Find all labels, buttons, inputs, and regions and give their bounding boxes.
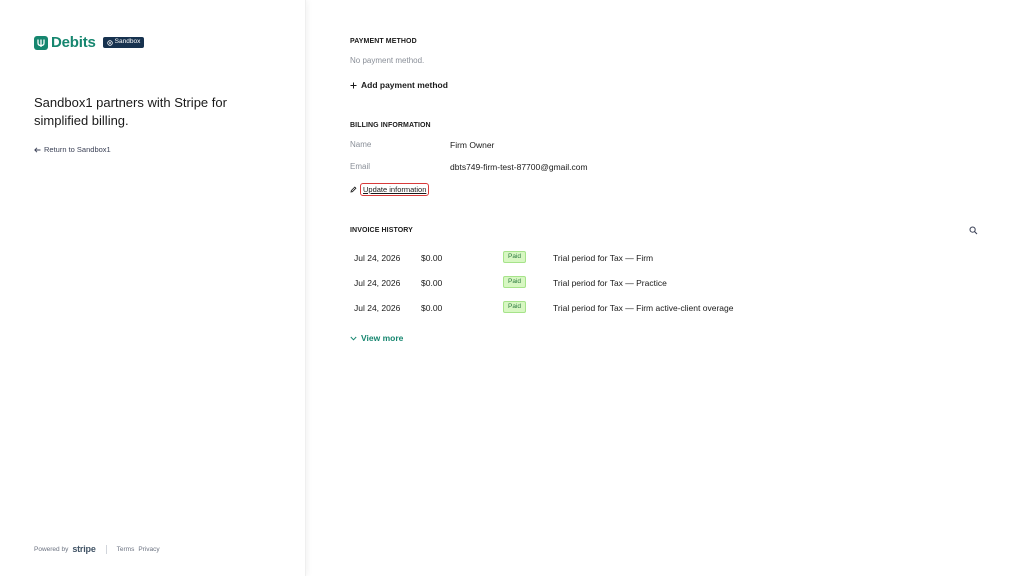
terms-link[interactable]: Terms	[117, 546, 135, 553]
add-payment-method-label: Add payment method	[361, 80, 448, 90]
paid-status-badge: Paid	[503, 251, 527, 263]
left-panel: Debits Sandbox Sandbox1 partners with St…	[0, 0, 306, 576]
debits-logo-icon	[34, 35, 48, 50]
brand: Debits Sandbox	[34, 34, 145, 51]
invoice-description: Trial period for Tax — Practice	[553, 278, 667, 288]
paid-status-badge: Paid	[503, 276, 527, 288]
view-more-label: View more	[361, 333, 404, 343]
invoice-description: Trial period for Tax — Firm active-clien…	[553, 303, 734, 313]
privacy-link[interactable]: Privacy	[138, 546, 159, 553]
return-link-label: Return to Sandbox1	[44, 145, 111, 154]
plus-icon	[350, 82, 357, 88]
pencil-icon	[350, 186, 357, 193]
main-content: PAYMENT METHOD No payment method. Add pa…	[350, 0, 990, 576]
powered-by-text: Powered by	[34, 545, 69, 553]
invoice-date: Jul 24, 2026	[354, 303, 401, 313]
invoice-description: Trial period for Tax — Firm	[553, 253, 654, 263]
sandbox-icon	[106, 39, 113, 46]
paid-status-badge: Paid	[503, 301, 527, 313]
arrow-left-icon	[34, 146, 41, 153]
tagline: Sandbox1 partners with Stripe for simpli…	[34, 95, 227, 128]
sandbox-badge: Sandbox	[102, 37, 145, 48]
invoice-date: Jul 24, 2026	[354, 278, 401, 288]
footer-divider	[105, 544, 107, 554]
invoice-row[interactable]: Jul 24, 2026 $0.00 Paid Trial period for…	[350, 250, 990, 266]
invoice-amount: $0.00	[421, 253, 443, 263]
no-payment-method-text: No payment method.	[350, 56, 425, 65]
update-information-label: Update information	[360, 183, 430, 196]
invoice-history-title: INVOICE HISTORY	[350, 227, 413, 234]
sandbox-badge-label: Sandbox	[114, 38, 141, 46]
invoice-row[interactable]: Jul 24, 2026 $0.00 Paid Trial period for…	[350, 275, 990, 291]
billing-information-title: BILLING INFORMATION	[350, 122, 431, 129]
footer: Powered by stripe Terms Privacy	[34, 544, 160, 554]
email-label: Email	[350, 162, 371, 171]
invoice-amount: $0.00	[421, 278, 443, 288]
update-information-button[interactable]: Update information	[350, 183, 430, 196]
add-payment-method-button[interactable]: Add payment method	[350, 80, 448, 90]
email-value: dbts749-firm-test-87700@gmail.com	[450, 162, 588, 172]
invoice-amount: $0.00	[421, 303, 443, 313]
return-link[interactable]: Return to Sandbox1	[34, 145, 111, 154]
chevron-down-icon	[350, 336, 357, 341]
payment-method-title: PAYMENT METHOD	[350, 38, 417, 45]
view-more-button[interactable]: View more	[350, 333, 403, 343]
invoice-date: Jul 24, 2026	[354, 253, 401, 263]
name-label: Name	[350, 140, 372, 149]
stripe-logo[interactable]: stripe	[72, 544, 96, 554]
search-icon[interactable]	[969, 226, 978, 235]
name-value: Firm Owner	[450, 140, 495, 150]
invoice-row[interactable]: Jul 24, 2026 $0.00 Paid Trial period for…	[350, 300, 990, 316]
brand-name: Debits	[51, 34, 96, 51]
